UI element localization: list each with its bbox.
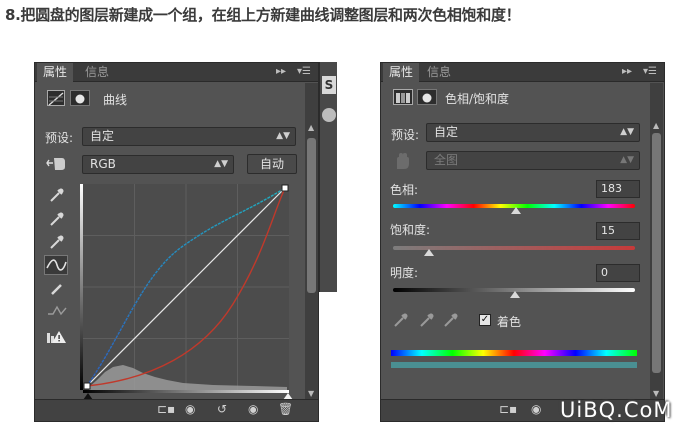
eyedropper-add-icon[interactable] xyxy=(419,312,435,332)
smooth-icon[interactable] xyxy=(47,303,67,322)
targeted-adjustment-hand-icon[interactable] xyxy=(45,155,67,175)
eyedropper-white-icon[interactable] xyxy=(49,234,65,254)
reset-icon[interactable]: ↺ xyxy=(217,402,227,416)
adjustment-name: 色相/饱和度 xyxy=(445,92,510,106)
input-color-bar xyxy=(391,350,637,356)
layer-mask-icon[interactable] xyxy=(70,90,90,106)
pencil-icon[interactable] xyxy=(49,281,65,301)
clipping-warning-icon[interactable] xyxy=(46,329,68,348)
dropdown-arrow-icon: ▲▼ xyxy=(214,159,228,169)
preset-value: 自定 xyxy=(434,125,459,139)
panel-footer: ⊏▪ ◉ ↺ ◉ 🗑 xyxy=(35,399,318,421)
tab-properties[interactable]: 属性 xyxy=(37,63,74,82)
hue-input[interactable]: 183 xyxy=(596,180,640,198)
scroll-down-icon[interactable]: ▼ xyxy=(308,389,314,398)
lightness-input[interactable]: 0 xyxy=(596,264,640,282)
view-previous-icon[interactable]: ◉ xyxy=(531,402,541,416)
eyedropper-black-icon[interactable] xyxy=(49,187,65,207)
panel-tab-bar: 属性 信息 ▸▸ ▾☰ xyxy=(35,63,318,82)
hue-slider-thumb[interactable] xyxy=(511,207,521,214)
clip-to-layer-icon[interactable]: ⊏▪ xyxy=(499,402,517,416)
layer-mask-icon[interactable] xyxy=(417,89,437,105)
clip-to-layer-icon[interactable]: ⊏▪ xyxy=(157,402,175,416)
output-gradient-bar xyxy=(80,184,83,390)
colorize-checkbox[interactable]: ✓ xyxy=(479,314,491,326)
dropdown-arrow-icon: ▲▼ xyxy=(620,127,634,137)
eyedropper-icon[interactable] xyxy=(393,312,409,332)
watermark: UiBQ.CoM xyxy=(560,398,673,422)
curves-graph[interactable] xyxy=(83,184,289,390)
curve-point-icon[interactable] xyxy=(44,255,68,275)
curve-point-shadow xyxy=(83,382,91,390)
channel-value: RGB xyxy=(90,157,116,171)
curves-adjustment-icon xyxy=(47,90,65,106)
eyedropper-subtract-icon[interactable] xyxy=(443,312,459,332)
scroll-up-icon[interactable]: ▲ xyxy=(308,123,314,132)
panel-tab-bar: 属性 信息 ▸▸ ▾☰ xyxy=(381,63,664,82)
lightness-label: 明度: xyxy=(390,266,419,280)
scroll-down-icon[interactable]: ▼ xyxy=(653,389,659,398)
saturation-label: 饱和度: xyxy=(390,223,431,237)
page-heading: 8.把圆盘的图层新建成一个组，在组上方新建曲线调整图层和两次色相饱和度！ xyxy=(5,6,521,24)
view-previous-icon[interactable]: ◉ xyxy=(185,402,195,416)
scrollbar-thumb[interactable] xyxy=(307,138,316,293)
result-color-bar xyxy=(391,362,637,368)
adjustment-name: 曲线 xyxy=(103,93,128,107)
saturation-input[interactable]: 15 xyxy=(596,222,640,240)
collapse-panel-icon[interactable]: ▸▸ xyxy=(276,66,286,77)
curves-properties-panel: 属性 信息 ▸▸ ▾☰ 曲线 预设: 自定 ▲▼ RGB ▲▼ 自动 ▲ ▼ ⊏… xyxy=(34,62,319,422)
targeted-adjustment-hand-icon[interactable] xyxy=(392,152,412,174)
dropdown-arrow-icon: ▲▼ xyxy=(276,131,290,141)
scrollbar-thumb[interactable] xyxy=(652,133,661,373)
curve-point-highlight xyxy=(281,184,289,192)
eyedropper-gray-icon[interactable] xyxy=(49,211,65,231)
tab-info[interactable]: 信息 xyxy=(421,63,457,82)
preset-label: 预设: xyxy=(391,128,420,142)
visibility-icon[interactable]: ◉ xyxy=(248,402,258,416)
lightness-slider-thumb[interactable] xyxy=(510,291,520,298)
preset-dropdown[interactable]: 自定 ▲▼ xyxy=(426,123,640,142)
panel-menu-icon[interactable]: ▾☰ xyxy=(643,66,657,77)
input-gradient-bar xyxy=(83,390,289,393)
colorize-label: 着色 xyxy=(497,315,522,329)
hue-saturation-properties-panel: 属性 信息 ▸▸ ▾☰ 色相/饱和度 预设: 自定 ▲▼ 全图 ▲▼ 色相: 1… xyxy=(380,62,665,422)
saturation-slider-thumb[interactable] xyxy=(424,249,434,256)
preset-dropdown[interactable]: 自定 ▲▼ xyxy=(82,127,296,146)
hue-saturation-adjustment-icon xyxy=(393,89,413,105)
preset-label: 预设: xyxy=(45,131,74,145)
channel-dropdown[interactable]: 全图 ▲▼ xyxy=(426,151,640,170)
tab-info[interactable]: 信息 xyxy=(79,63,115,82)
hue-label: 色相: xyxy=(390,183,419,197)
trash-icon[interactable]: 🗑 xyxy=(278,402,293,416)
panel-menu-icon[interactable]: ▾☰ xyxy=(297,66,311,77)
dropdown-arrow-icon: ▲▼ xyxy=(620,155,634,165)
strip-icon[interactable] xyxy=(322,108,336,122)
preset-value: 自定 xyxy=(90,129,115,143)
strip-label: S xyxy=(322,76,336,94)
tab-properties[interactable]: 属性 xyxy=(383,63,420,82)
histogram xyxy=(89,365,287,390)
channel-dropdown[interactable]: RGB ▲▼ xyxy=(82,155,234,174)
collapse-panel-icon[interactable]: ▸▸ xyxy=(622,66,632,77)
channel-value: 全图 xyxy=(434,153,459,167)
auto-button[interactable]: 自动 xyxy=(247,154,297,174)
curves-graph-canvas xyxy=(83,184,289,390)
docked-panel-strip: S xyxy=(319,62,337,292)
scroll-up-icon[interactable]: ▲ xyxy=(653,121,659,130)
